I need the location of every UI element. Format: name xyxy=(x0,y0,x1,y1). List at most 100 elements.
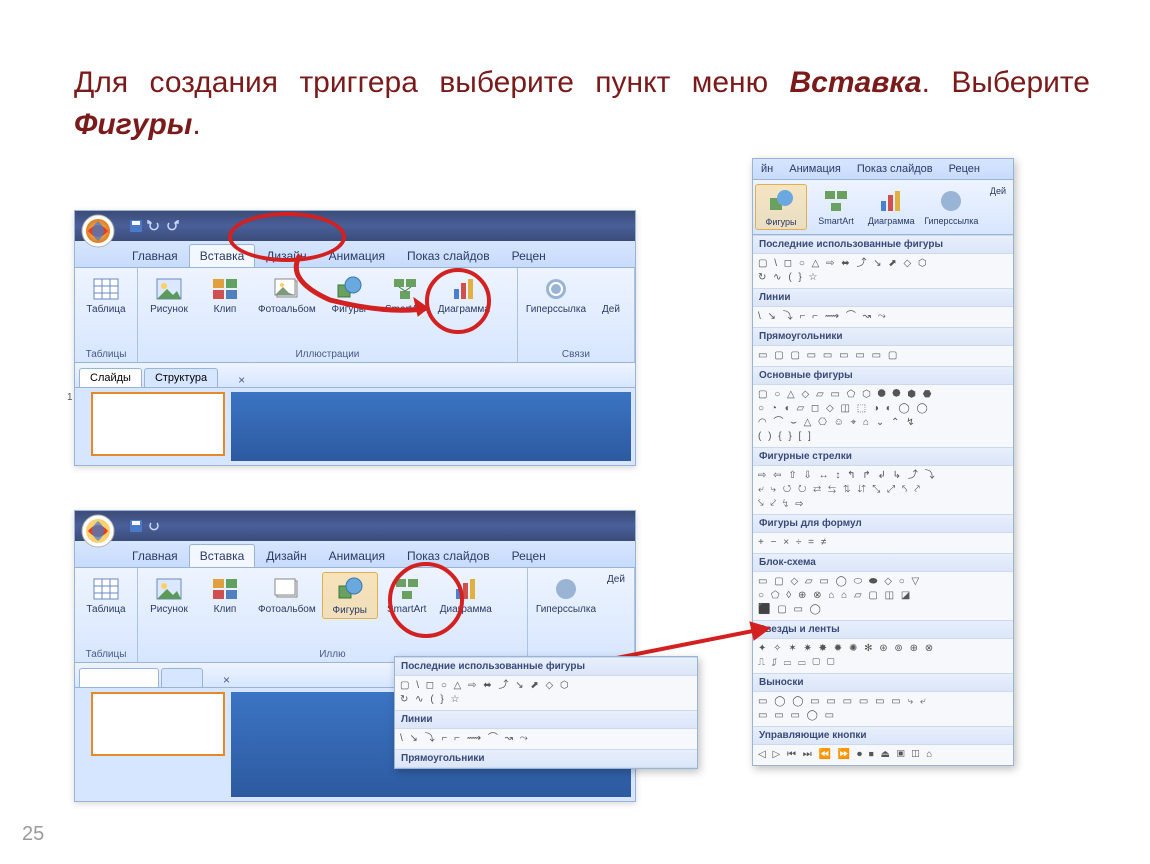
gallery-hyperlink-button[interactable]: Гиперссылка xyxy=(922,184,981,230)
slides-tab-2[interactable] xyxy=(79,668,159,687)
action-button[interactable]: Дей xyxy=(592,272,630,317)
tab-review[interactable]: Рецен xyxy=(501,244,557,267)
shapes-button-active[interactable]: Фигуры xyxy=(322,572,378,619)
tab-home-2[interactable]: Главная xyxy=(121,544,189,567)
gallery-smartart-button[interactable]: SmartArt xyxy=(811,184,861,230)
shapes-icon-2 xyxy=(335,575,365,605)
table-icon xyxy=(91,274,121,304)
instr-em1: Вставка xyxy=(790,66,922,99)
gallery-stars-title: Звезды и ленты xyxy=(753,620,1013,639)
group-links: Гиперссылка Дей Связи xyxy=(518,268,635,362)
table-button-2[interactable]: Таблица xyxy=(79,572,133,617)
gallery-shapes-button[interactable]: Фигуры xyxy=(755,184,807,230)
outline-tab-2[interactable] xyxy=(161,668,203,687)
gallery-recent-shapes[interactable]: ▢ \ ◻ ○ △ ⇨ ⬌ ⤴ ↘ ⬈ ◇ ⬡↻ ∿ ( } ☆ xyxy=(753,254,1013,288)
group-tables: Таблица Таблицы xyxy=(75,268,138,362)
group-tables-label: Таблицы xyxy=(79,347,133,360)
photoalbum-button-2[interactable]: Фотоальбом xyxy=(254,572,320,619)
save-icon[interactable] xyxy=(129,219,143,233)
close-panel-icon-2[interactable]: × xyxy=(223,673,230,687)
group-illustrations-label: Иллюстрации xyxy=(142,347,513,360)
section-lines: Линии xyxy=(395,710,697,729)
hyperlink-button-2[interactable]: Гиперссылка xyxy=(532,572,600,617)
smartart-button[interactable]: SmartArt xyxy=(378,272,432,317)
smartart-icon xyxy=(390,274,420,304)
slides-tab[interactable]: Слайды xyxy=(79,368,142,387)
chart-icon-2 xyxy=(451,574,481,604)
tab-insert[interactable]: Вставка xyxy=(189,244,256,267)
outline-tab[interactable]: Структура xyxy=(144,368,218,387)
gallery-flowchart-shapes[interactable]: ▭ ▢ ◇ ▱ ▭ ◯ ⬭ ⬬ ◇ ○ ▽○ ⬠ ◊ ⊕ ⊗ ⌂ ⌂ ▱ ▢ ◫… xyxy=(753,572,1013,620)
slide-panel: 1 xyxy=(75,388,635,465)
shapes-gallery-full: йн Анимация Показ слайдов Рецен Фигуры S… xyxy=(752,158,1014,766)
photoalbum-icon-2 xyxy=(272,574,302,604)
tab-design[interactable]: Дизайн xyxy=(255,244,317,267)
clipart-button[interactable]: Клип xyxy=(198,272,252,317)
instr-part3: . xyxy=(192,108,200,141)
gallery-callouts-shapes[interactable]: ▭ ◯ ◯ ▭ ▭ ▭ ▭ ▭ ▭ ⤷ ⤶▭ ▭ ▭ ◯ ▭ xyxy=(753,692,1013,726)
tab-design-2[interactable]: Дизайн xyxy=(255,544,317,567)
gallery-action-button[interactable]: Дей xyxy=(985,184,1011,230)
hyperlink-icon xyxy=(541,274,571,304)
tab-slideshow[interactable]: Показ слайдов xyxy=(396,244,501,267)
action-icon xyxy=(596,274,626,304)
shapes-button[interactable]: Фигуры xyxy=(322,272,376,317)
save-icon-2[interactable] xyxy=(129,519,143,533)
picture-icon-2 xyxy=(154,574,184,604)
smartart-icon-3 xyxy=(821,186,851,216)
shapes-icon-3 xyxy=(766,187,796,217)
smartart-icon-2 xyxy=(392,574,422,604)
gallery-icon-row: Фигуры SmartArt Диаграмма Гиперссылка Де… xyxy=(753,180,1013,235)
picture-button[interactable]: Рисунок xyxy=(142,272,196,317)
redo-icon[interactable] xyxy=(165,219,179,233)
picture-button-2[interactable]: Рисунок xyxy=(142,572,196,619)
gallery-lines-shapes[interactable]: \ ↘ ⤵ ⌐ ⌐ ⟿ ⌒ ↝ ⤳ xyxy=(753,307,1013,327)
chart-button[interactable]: Диаграмма xyxy=(434,272,494,317)
hyperlink-button[interactable]: Гиперссылка xyxy=(522,272,590,317)
gallery-stars-shapes[interactable]: ✦ ✧ ✶ ✷ ✸ ✹ ✺ ✻ ⊛ ⊚ ⊕ ⊗⎍ ⎎ ▭ ▭ ▢ ▢ xyxy=(753,639,1013,673)
tab-insert-2[interactable]: Вставка xyxy=(189,544,256,567)
close-panel-icon[interactable]: × xyxy=(238,373,245,387)
office-button-icon-2[interactable] xyxy=(81,514,115,548)
gallery-basic-shapes[interactable]: ▢ ○ △ ◇ ▱ ▭ ⬠ ⬡ ⯃ ⯄ ⬢ ⬣○ ◔ ◖ ▱ ◻ ◇ ◫ ⬚ ◑… xyxy=(753,385,1013,447)
table-button[interactable]: Таблица xyxy=(79,272,133,317)
instr-em2: Фигуры xyxy=(74,108,192,141)
ribbon-body-2: Таблица Таблицы Рисунок Клип Фотоальбом … xyxy=(75,567,635,663)
table-icon-2 xyxy=(91,574,121,604)
tab-animation[interactable]: Анимация xyxy=(318,244,396,267)
tab-animation-2[interactable]: Анимация xyxy=(318,544,396,567)
hyperlink-icon-2 xyxy=(551,574,581,604)
photoalbum-button[interactable]: Фотоальбом xyxy=(254,272,320,317)
gallery-chart-button[interactable]: Диаграмма xyxy=(865,184,918,230)
tab-home[interactable]: Главная xyxy=(121,244,189,267)
gallery-actions-shapes[interactable]: ◁ ▷ ⏮ ⏭ ⏪ ⏩ ⏺ ⏹ ⏏ ▣ ◫ ⌂ xyxy=(753,745,1013,765)
page-number: 25 xyxy=(22,823,44,846)
gallery-arrows-shapes[interactable]: ⇨ ⇦ ⇧ ⇩ ↔ ↕ ↰ ↱ ↲ ↳ ⤴ ⤵⤶ ⤷ ↺ ↻ ⇄ ⇆ ⇅ ⇵ ⤡… xyxy=(753,466,1013,514)
slide-thumbnail[interactable] xyxy=(91,392,225,456)
shapes-recent-row[interactable]: ▢ \ ◻ ○ △ ⇨ ⬌ ⤴ ↘ ⬈ ◇ ⬡↻ ∿ ( } ☆ xyxy=(395,676,697,710)
gallery-formula-shapes[interactable]: + − × ÷ = ≠ xyxy=(753,533,1013,553)
undo-icon[interactable] xyxy=(147,219,161,233)
editing-area xyxy=(231,392,631,461)
office-button-icon[interactable] xyxy=(81,214,115,248)
gallery-actions-title: Управляющие кнопки xyxy=(753,726,1013,745)
undo-icon-2[interactable] xyxy=(147,519,161,533)
gallery-lines-title: Линии xyxy=(753,288,1013,307)
gallery-rects-shapes[interactable]: ▭ ▢ ▢ ▭ ▭ ▭ ▭ ▭ ▢ xyxy=(753,346,1013,366)
gallery-top-tabs: йн Анимация Показ слайдов Рецен xyxy=(753,159,1013,180)
clipart-button-2[interactable]: Клип xyxy=(198,572,252,619)
shapes-dropdown-popup: Последние использованные фигуры ▢ \ ◻ ○ … xyxy=(394,656,698,769)
shapes-lines-row[interactable]: \ ↘ ⤵ ⌐ ⌐ ⟿ ⌒ ↝ ⤳ xyxy=(395,729,697,749)
tab-slideshow-2[interactable]: Показ слайдов xyxy=(396,544,501,567)
shapes-icon xyxy=(334,274,364,304)
photoalbum-icon xyxy=(272,274,302,304)
smartart-button-2[interactable]: SmartArt xyxy=(380,572,434,619)
action-button-2[interactable]: Дей xyxy=(602,572,630,617)
gallery-rects-title: Прямоугольники xyxy=(753,327,1013,346)
tab-review-2[interactable]: Рецен xyxy=(501,544,557,567)
slides-outline-tabs: Слайды Структура × xyxy=(75,363,635,388)
slide-thumbnail-2[interactable] xyxy=(91,692,225,756)
gallery-flowchart-title: Блок-схема xyxy=(753,553,1013,572)
title-bar xyxy=(75,211,635,241)
chart-button-2[interactable]: Диаграмма xyxy=(436,572,496,619)
